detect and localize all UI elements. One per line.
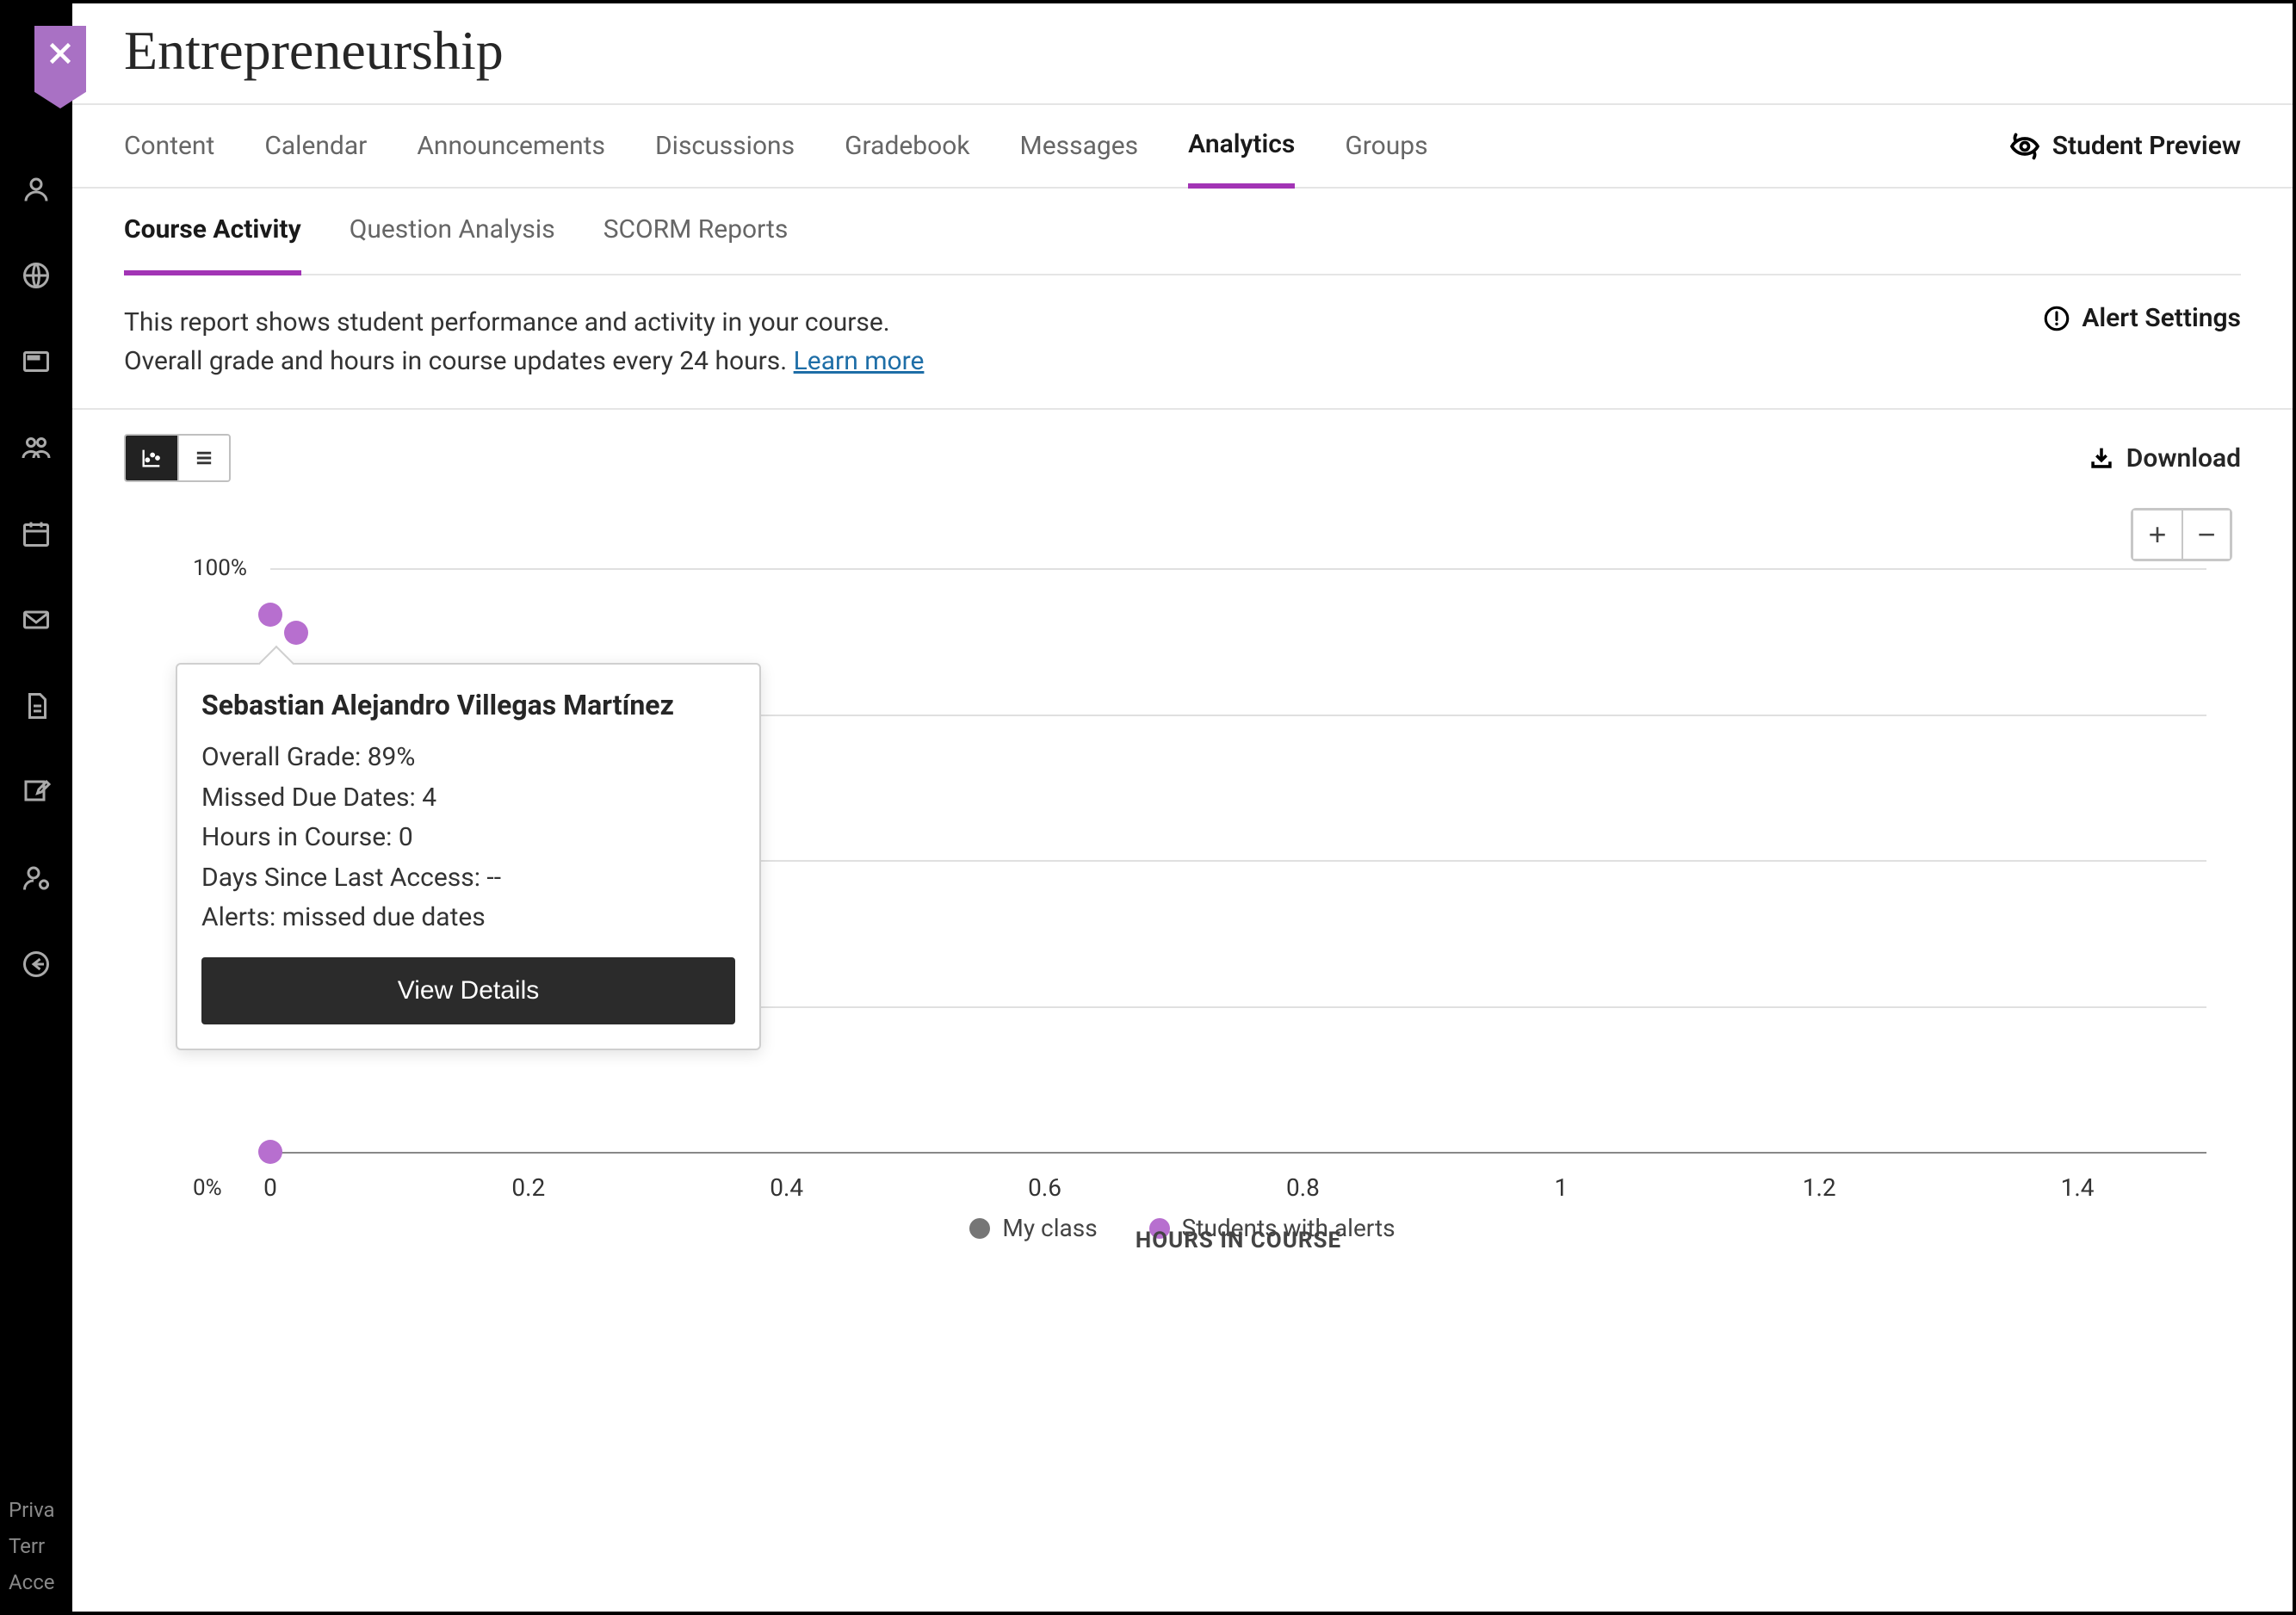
alert-icon	[2042, 304, 2071, 333]
footer-privacy[interactable]: Priva	[9, 1494, 55, 1525]
scatter-chart[interactable]: 100% 0% HOURS IN COURSE 00.20.40.60.811.…	[124, 568, 2241, 1188]
y-label-0: 0%	[193, 1175, 222, 1201]
download-icon	[2087, 443, 2116, 473]
zoom-in-button[interactable]: +	[2133, 510, 2182, 559]
nav-groups[interactable]: Groups	[1345, 107, 1427, 185]
toolbar: Download	[72, 410, 2293, 482]
rail-calendar[interactable]	[19, 517, 53, 551]
description-text: This report shows student performance an…	[124, 303, 924, 381]
subnav-question-analysis[interactable]: Question Analysis	[350, 189, 555, 274]
alert-settings-button[interactable]: Alert Settings	[2042, 303, 2241, 333]
data-point[interactable]	[284, 621, 308, 645]
list-view-button[interactable]	[177, 436, 229, 480]
close-panel-button[interactable]	[34, 26, 86, 108]
view-details-button[interactable]: View Details	[201, 957, 735, 1024]
x-tick: 1	[1554, 1173, 1568, 1202]
description-line1: This report shows student performance an…	[124, 303, 924, 342]
rail-admin[interactable]	[19, 861, 53, 895]
x-tick: 1.2	[1803, 1173, 1836, 1202]
preview-icon	[2009, 131, 2040, 162]
y-label-100: 100%	[193, 555, 247, 581]
chart-view-button[interactable]	[126, 436, 177, 480]
tooltip-student-name: Sebastian Alejandro Villegas Martínez	[201, 687, 735, 724]
x-tick: 0	[263, 1173, 277, 1202]
x-tick: 1.4	[2061, 1173, 2095, 1202]
x-axis-title: HOURS IN COURSE	[1136, 1228, 1341, 1253]
close-icon	[45, 38, 76, 69]
tooltip-alerts: Alerts: missed due dates	[201, 898, 735, 938]
x-tick: 0.6	[1028, 1173, 1061, 1202]
nav-gradebook[interactable]: Gradebook	[845, 107, 969, 185]
nav-content[interactable]: Content	[124, 107, 214, 185]
footer-accessibility[interactable]: Acce	[9, 1567, 55, 1598]
nav-analytics[interactable]: Analytics	[1188, 105, 1295, 189]
subnav-course-activity[interactable]: Course Activity	[124, 189, 301, 275]
tooltip-missed-due: Missed Due Dates: 4	[201, 778, 735, 819]
rail-profile[interactable]	[19, 172, 53, 207]
nav-calendar[interactable]: Calendar	[264, 107, 367, 185]
student-preview-label: Student Preview	[2052, 131, 2241, 161]
left-rail: Priva Terr Acce	[0, 0, 72, 1615]
sub-nav: Course Activity Question Analysis SCORM …	[124, 189, 2241, 275]
zoom-out-button[interactable]: −	[2182, 510, 2230, 559]
student-tooltip: Sebastian Alejandro Villegas Martínez Ov…	[176, 663, 761, 1050]
x-tick: 0.2	[511, 1173, 545, 1202]
x-tick: 0.4	[770, 1173, 803, 1202]
header: Entrepreneurship	[72, 3, 2293, 103]
zoom-controls: + −	[2131, 508, 2232, 561]
subnav-scorm-reports[interactable]: SCORM Reports	[603, 189, 789, 274]
student-preview-button[interactable]: Student Preview	[2009, 131, 2241, 162]
legend-dot-myclass	[969, 1218, 990, 1239]
rail-signout[interactable]	[19, 947, 53, 981]
page-title: Entrepreneurship	[124, 19, 2241, 83]
download-button[interactable]: Download	[2087, 443, 2241, 473]
rail-messages[interactable]	[19, 603, 53, 637]
learn-more-link[interactable]: Learn more	[794, 346, 925, 376]
chart-wrap: + − 100% 0% HOURS IN COURSE 00.20.40.60.…	[72, 482, 2293, 1612]
rail-courses[interactable]	[19, 344, 53, 379]
rail-groups[interactable]	[19, 430, 53, 465]
nav-discussions[interactable]: Discussions	[655, 107, 795, 185]
primary-nav: Content Calendar Announcements Discussio…	[72, 103, 2293, 189]
alert-settings-label: Alert Settings	[2082, 303, 2241, 333]
description-row: This report shows student performance an…	[72, 275, 2293, 410]
nav-messages[interactable]: Messages	[1020, 107, 1139, 185]
rail-documents[interactable]	[19, 689, 53, 723]
rail-footer-links: Priva Terr Acce	[9, 1489, 55, 1598]
tooltip-overall-grade: Overall Grade: 89%	[201, 738, 735, 778]
description-line2: Overall grade and hours in course update…	[124, 342, 924, 381]
rail-institution[interactable]	[19, 258, 53, 293]
main-panel: Entrepreneurship Content Calendar Announ…	[72, 0, 2296, 1615]
data-point[interactable]	[258, 603, 282, 627]
x-tick: 0.8	[1286, 1173, 1320, 1202]
download-label: Download	[2126, 443, 2241, 473]
list-icon	[192, 446, 216, 470]
chart-icon	[139, 446, 164, 470]
footer-terms[interactable]: Terr	[9, 1531, 55, 1562]
tooltip-days: Days Since Last Access: --	[201, 858, 735, 899]
legend-my-class[interactable]: My class	[969, 1214, 1097, 1242]
data-point[interactable]	[258, 1140, 282, 1164]
rail-edit[interactable]	[19, 775, 53, 809]
view-toggle	[124, 434, 231, 482]
tooltip-hours: Hours in Course: 0	[201, 818, 735, 858]
nav-announcements[interactable]: Announcements	[417, 107, 605, 185]
